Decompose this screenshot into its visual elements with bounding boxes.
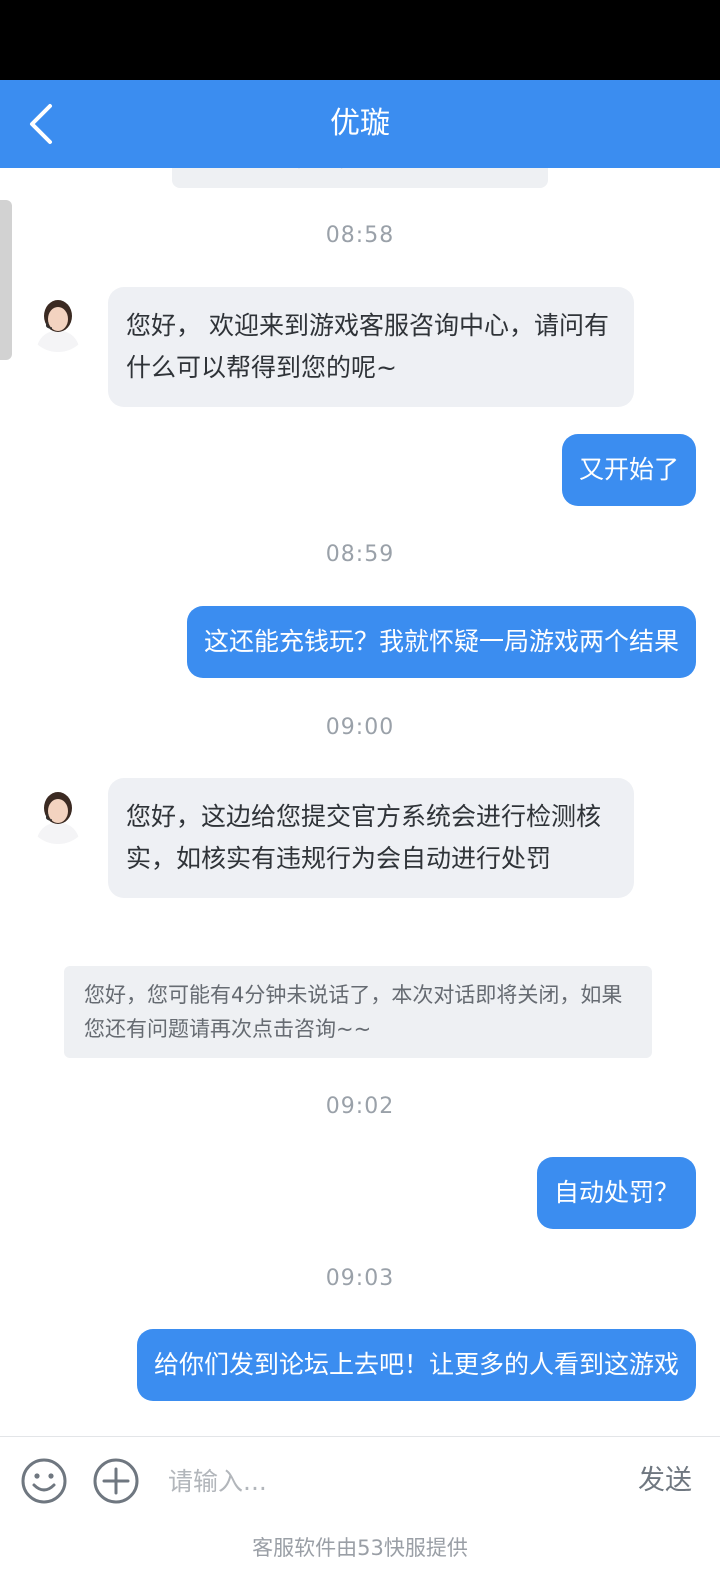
header: 优璇 <box>0 80 720 168</box>
message-input[interactable] <box>160 1457 616 1505</box>
user-message: 又开始了 <box>561 434 696 506</box>
chat-area[interactable]: 欢迎您的咨询，期待为您服务！ 08:58 您好， 欢迎来到游戏客服咨询中心，请问… <box>0 168 720 1448</box>
status-bar <box>0 0 720 80</box>
welcome-notice: 欢迎您的咨询，期待为您服务！ <box>172 168 548 188</box>
back-button[interactable] <box>20 98 72 150</box>
timestamp: 09:02 <box>325 1094 395 1119</box>
smiley-icon <box>21 1458 67 1504</box>
page-title: 优璇 <box>330 106 390 141</box>
agent-message: 您好，这边给您提交官方系统会进行检测核实，如核实有违规行为会自动进行处罚 <box>108 778 634 898</box>
add-attachment-button[interactable] <box>92 1457 140 1505</box>
timestamp: 09:03 <box>325 1266 395 1291</box>
emoji-button[interactable] <box>20 1457 68 1505</box>
footer-credit: 客服软件由53快服提供 <box>0 1525 720 1584</box>
send-button[interactable]: 发送 <box>638 1457 692 1505</box>
user-message: 这还能充钱玩？我就怀疑一局游戏两个结果 <box>186 606 696 678</box>
timestamp: 08:58 <box>325 223 395 248</box>
agent-message: 您好， 欢迎来到游戏客服咨询中心，请问有什么可以帮得到您的呢~ <box>108 287 634 407</box>
input-bar: 发送 <box>0 1436 720 1526</box>
agent-avatar <box>26 288 90 352</box>
timestamp: 09:00 <box>325 715 395 740</box>
user-message: 给你们发到论坛上去吧！让更多的人看到这游戏 <box>136 1329 696 1401</box>
timestamp: 08:59 <box>325 542 395 567</box>
user-message: 自动处罚？ <box>536 1157 696 1229</box>
chevron-left-icon <box>30 104 52 144</box>
system-notice: 您好，您可能有4分钟未说话了，本次对话即将关闭，如果您还有问题请再次点击咨询~~ <box>64 966 652 1058</box>
agent-avatar <box>26 780 90 844</box>
scrollbar[interactable] <box>0 200 12 360</box>
plus-circle-icon <box>93 1458 139 1504</box>
